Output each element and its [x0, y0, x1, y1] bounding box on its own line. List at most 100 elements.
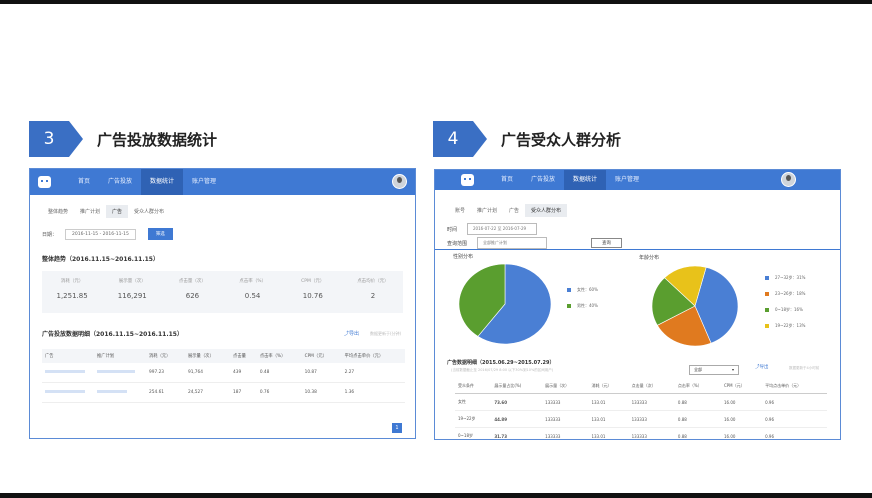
kpi-value: 1,251.85 [56, 292, 88, 300]
plan-link[interactable] [94, 382, 146, 403]
kpi-value: 2 [370, 292, 376, 300]
col-plan[interactable]: 推广计划 [94, 349, 146, 363]
col-cost[interactable]: 消耗（元） [588, 379, 629, 394]
avatar[interactable] [781, 172, 796, 187]
table-header: 广告 推广计划 消耗（元） 展示量（次） 点击量 点击率（%） CPM（元） 平… [42, 349, 405, 363]
nav-data-stats[interactable]: 数据统计 [141, 169, 184, 195]
col-cpm[interactable]: CPM（元） [720, 379, 763, 394]
cell: 254.61 [146, 382, 185, 403]
cell: 0.96 [762, 410, 827, 428]
tab-audience[interactable]: 受众人群分布 [525, 204, 568, 217]
overall-title: 整体趋势（2016.11.15~2016.11.15） [42, 256, 159, 263]
tab-ad[interactable]: 广告 [106, 205, 129, 218]
export-note: 数据更新于(分钟) [370, 331, 402, 336]
legend-item: 19~22岁：13% [765, 318, 805, 334]
cell: 133333 [542, 427, 589, 439]
date-range-input[interactable]: 2016-11-15 - 2016-11-15 [65, 228, 136, 240]
legend-item: 0~18岁：16% [765, 302, 805, 318]
chat-logo-icon[interactable] [461, 174, 474, 186]
cell: 19~22岁 [455, 410, 492, 428]
kpi-cpc: 点击均价（元） 2 [343, 271, 403, 313]
col-impr[interactable]: 展示量（次） [184, 349, 231, 363]
plan-link[interactable] [94, 363, 146, 383]
legend-swatch [765, 276, 769, 280]
kpi-panel: 消耗（元） 1,251.85 展示量（次） 116,291 点击量（次） 626 点击… [42, 271, 403, 313]
query-button[interactable]: 查询 [591, 238, 623, 248]
cell: 0.88 [674, 393, 721, 411]
col-clicks[interactable]: 点击量（次） [628, 379, 675, 394]
cell: 0~18岁 [455, 427, 492, 439]
nav-account[interactable]: 账户管理 [183, 169, 225, 195]
filter-button[interactable]: 筛选 [147, 228, 173, 240]
col-impr[interactable]: 展示量（次） [542, 379, 589, 394]
page-button[interactable]: 1 [392, 423, 402, 433]
cell: 2.27 [341, 363, 405, 383]
kpi-label: 展示量（次） [118, 279, 146, 284]
tab-ad[interactable]: 广告 [503, 204, 525, 217]
cell: 0.76 [256, 382, 302, 403]
cell: 133333 [628, 410, 675, 428]
tab-plan[interactable]: 推广计划 [74, 205, 106, 218]
section-4-title: 广告受众人群分析 [501, 130, 622, 149]
tab-plan[interactable]: 推广计划 [471, 204, 503, 217]
cell: 73.60 [491, 393, 543, 411]
nav-data-stats[interactable]: 数据统计 [564, 170, 607, 190]
cell: 31.73 [491, 427, 543, 439]
col-ad[interactable]: 广告 [42, 349, 94, 363]
kpi-value: 626 [185, 292, 200, 300]
ad-link[interactable] [42, 382, 94, 403]
gender-chart-title: 性别分布 [453, 254, 474, 260]
tab-bar: 整体趋势 推广计划 广告 受众人群分布 [42, 205, 415, 218]
kpi-clicks: 点击量（次） 626 [162, 271, 222, 313]
export-label: 导出 [759, 365, 769, 370]
nav-ad-delivery[interactable]: 广告投放 [522, 170, 564, 190]
cell: 44.89 [491, 410, 543, 428]
tab-account[interactable]: 账号 [449, 204, 471, 217]
col-condition[interactable]: 受众条件 [455, 379, 492, 394]
range-select[interactable]: 全部推广计划 [477, 237, 548, 249]
col-cpc[interactable]: 平均点击单价（元） [341, 349, 405, 363]
col-cost[interactable]: 消耗（元） [146, 349, 185, 363]
nav-ad-delivery[interactable]: 广告投放 [99, 169, 141, 195]
legend-item: 女性：60% [567, 282, 598, 298]
kpi-label: 消耗（元） [60, 279, 84, 284]
cell: 187 [230, 382, 257, 403]
section-3-header: 3 广告投放数据统计 [29, 121, 217, 157]
chat-logo-icon[interactable] [38, 176, 51, 188]
export-note: 数据更新于4小时前 [789, 366, 820, 370]
col-share[interactable]: 展示量占比(%) [491, 379, 543, 394]
export-button[interactable]: ⤴导出 [755, 364, 769, 370]
tab-audience[interactable]: 受众人群分布 [128, 205, 170, 218]
cell: 133333 [542, 393, 589, 411]
ad-link[interactable] [42, 363, 94, 383]
top-border [0, 0, 872, 4]
cell: 133.01 [588, 393, 629, 411]
cell: 133333 [542, 410, 589, 428]
cell: 1.36 [341, 382, 405, 403]
legend-swatch [765, 324, 769, 328]
filter-select[interactable]: 全部 ▾ [689, 365, 739, 375]
detail-note: (当前数据截止至 2016/07/29 8:00 以下30%到10%的区间用户) [451, 368, 554, 372]
time-input[interactable]: 2016-07-22 至 2016-07-29 [467, 223, 538, 235]
export-button[interactable]: ⤴导出 [344, 330, 359, 337]
nav-account[interactable]: 账户管理 [606, 170, 648, 190]
col-ctr[interactable]: 点击率（%） [256, 349, 302, 363]
tab-overall[interactable]: 整体趋势 [42, 205, 74, 218]
nav-home[interactable]: 首页 [492, 170, 522, 190]
col-cpm[interactable]: CPM（元） [301, 349, 342, 363]
avatar[interactable] [392, 174, 407, 189]
table-row: 0~18岁 31.73 133333 133.01 133333 0.88 16… [455, 427, 827, 439]
audience-analysis-screenshot: 首页 广告投放 数据统计 账户管理 账号 推广计划 广告 受众人群分布 时间 2… [434, 169, 841, 440]
col-ctr[interactable]: 点击率（%） [674, 379, 721, 394]
legend-label: 19~22岁：13% [775, 323, 806, 328]
nav-home[interactable]: 首页 [69, 169, 99, 195]
kpi-value: 10.76 [302, 292, 323, 300]
col-cpc[interactable]: 平均点击单价（元） [762, 379, 827, 394]
section-4-number: 4 [433, 121, 487, 157]
ad-stats-screenshot: 首页 广告投放 数据统计 账户管理 整体趋势 推广计划 广告 受众人群分布 日期… [29, 168, 416, 439]
top-nav: 首页 广告投放 数据统计 账户管理 [30, 169, 415, 195]
cell: 91,764 [184, 363, 231, 383]
export-label: 导出 [349, 331, 360, 337]
col-clicks[interactable]: 点击量 [230, 349, 257, 363]
cell: 133333 [628, 393, 675, 411]
